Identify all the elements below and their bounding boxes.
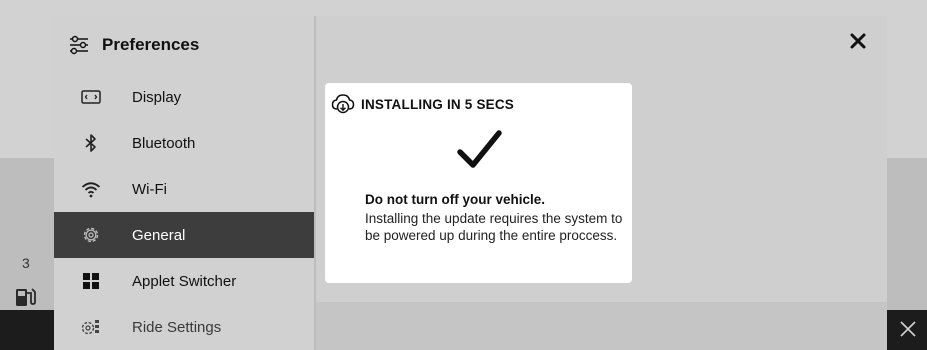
dialog-message: Installing the update requires the syste… bbox=[365, 211, 623, 243]
content-bottom-strip bbox=[316, 302, 887, 350]
sidebar-item-label: Bluetooth bbox=[132, 134, 196, 152]
close-icon[interactable] bbox=[897, 318, 919, 340]
sidebar-item-bluetooth[interactable]: Bluetooth bbox=[54, 120, 314, 166]
sidebar-item-general[interactable]: General bbox=[54, 212, 314, 258]
gear-icon bbox=[80, 224, 102, 246]
ride-settings-icon bbox=[80, 316, 102, 338]
sidebar-item-label: Applet Switcher bbox=[132, 272, 237, 290]
sidebar-item-wifi[interactable]: Wi-Fi bbox=[54, 166, 314, 212]
grid-icon bbox=[80, 270, 102, 292]
dialog-title: INSTALLING IN 5 SECS bbox=[361, 96, 515, 112]
sidebar-item-applet-switcher[interactable]: Applet Switcher bbox=[54, 258, 314, 304]
dialog-header: INSTALLING IN 5 SECS bbox=[331, 93, 514, 115]
sidebar-item-label: Display bbox=[132, 88, 182, 106]
wifi-icon bbox=[80, 178, 102, 200]
sidebar-item-ride-settings[interactable]: Ride Settings bbox=[54, 304, 314, 350]
sidebar-item-label: General bbox=[132, 226, 186, 244]
display-icon bbox=[80, 86, 102, 108]
fuel-pump-icon bbox=[16, 288, 36, 306]
checkmark-icon bbox=[457, 130, 502, 168]
install-dialog: INSTALLING IN 5 SECS Do not turn off you… bbox=[325, 83, 632, 283]
close-icon bbox=[850, 33, 866, 49]
bluetooth-icon bbox=[80, 132, 102, 154]
sidebar-item-label: Wi-Fi bbox=[132, 180, 167, 198]
cloud-download-icon bbox=[331, 94, 355, 114]
dialog-warning: Do not turn off your vehicle. bbox=[365, 192, 546, 207]
preferences-title: Preferences bbox=[102, 35, 200, 54]
sidebar-item-label: Ride Settings bbox=[132, 318, 222, 336]
sliders-icon bbox=[70, 35, 88, 55]
close-button[interactable] bbox=[847, 30, 869, 52]
background-number: 3 bbox=[22, 255, 30, 271]
sidebar-item-display[interactable]: Display bbox=[54, 74, 314, 120]
preferences-header: Preferences bbox=[68, 32, 199, 58]
